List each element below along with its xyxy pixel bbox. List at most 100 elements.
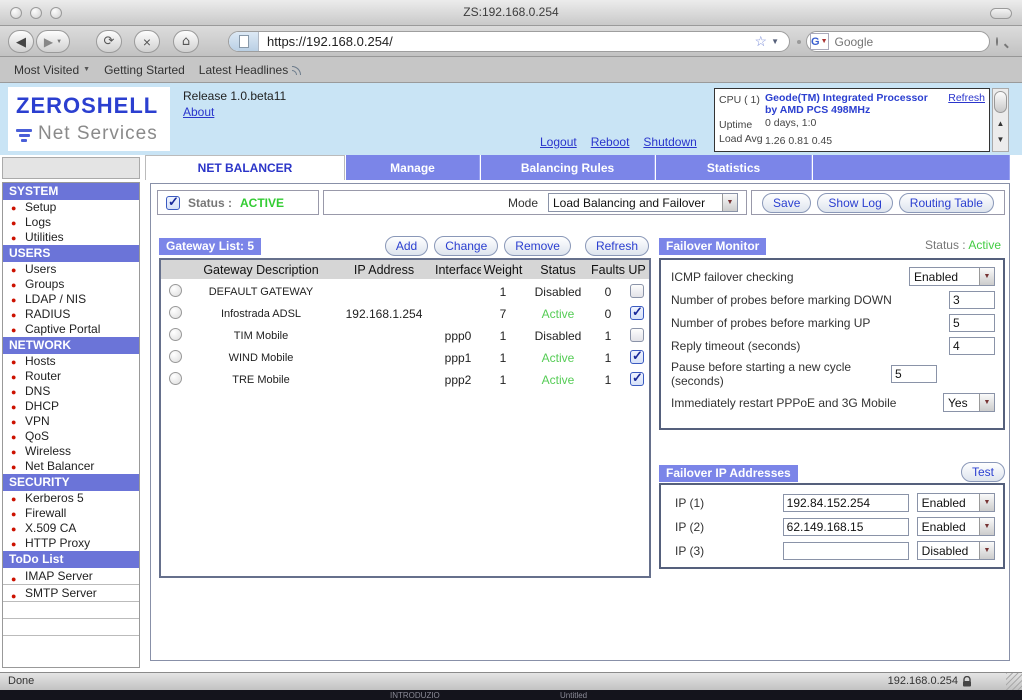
pause-cycle-input[interactable] [891, 365, 937, 383]
sidebar-item-dhcp[interactable]: DHCP [3, 399, 139, 414]
reload-button[interactable]: ⟳ [96, 30, 122, 53]
routing-table-button[interactable]: Routing Table [899, 193, 994, 213]
shutdown-link[interactable]: Shutdown [643, 135, 696, 149]
probes-down-input[interactable] [949, 291, 995, 309]
col-description: Gateway Description [189, 263, 333, 277]
bookmark-star-icon[interactable]: ☆ [755, 33, 768, 50]
cpu-refresh-link[interactable]: Refresh [948, 92, 985, 116]
sidebar-item-x509-ca[interactable]: X.509 CA [3, 521, 139, 536]
gateway-radio[interactable] [169, 284, 182, 297]
window-title: ZS:192.168.0.254 [0, 5, 1022, 19]
sidebar-item-router[interactable]: Router [3, 369, 139, 384]
back-button[interactable]: ◀ [8, 30, 34, 53]
scroll-down-icon[interactable]: ▼ [993, 135, 1008, 144]
probes-up-input[interactable] [949, 314, 995, 332]
scrollbar-thumb[interactable] [994, 91, 1007, 113]
gateway-up-checkbox[interactable] [630, 350, 644, 364]
table-row: DEFAULT GATEWAY 1 Disabled 0 [161, 281, 649, 303]
change-button[interactable]: Change [434, 236, 498, 256]
sidebar-item-kerberos5[interactable]: Kerberos 5 [3, 491, 139, 506]
sidebar-item-ldap-nis[interactable]: LDAP / NIS [3, 292, 139, 307]
sidebar-item-captive-portal[interactable]: Captive Portal [3, 322, 139, 337]
back-icon: ◀ [16, 34, 26, 50]
bookmark-most-visited[interactable]: Most Visited▼ [14, 63, 90, 77]
gateway-up-checkbox[interactable] [630, 328, 644, 342]
about-link[interactable]: About [183, 105, 214, 119]
balancer-enabled-checkbox[interactable] [166, 196, 180, 210]
sidebar-item-smtp-server[interactable]: SMTP Server [3, 585, 139, 602]
toolbar-toggle-button[interactable] [990, 8, 1012, 19]
gateway-radio[interactable] [169, 372, 182, 385]
ip2-input[interactable] [783, 518, 909, 536]
probes-up-label: Number of probes before marking UP [671, 316, 949, 330]
forward-button[interactable]: ▶▼ [36, 30, 70, 53]
search-icon[interactable] [996, 37, 998, 46]
sidebar-item-imap-server[interactable]: IMAP Server [3, 568, 139, 585]
select-value: Enabled [918, 496, 979, 510]
logo-text-zeroshell: ZEROSHELL [16, 93, 170, 119]
home-button[interactable]: ⌂ [173, 30, 199, 53]
sidebar-item-dns[interactable]: DNS [3, 384, 139, 399]
sidebar-item-http-proxy[interactable]: HTTP Proxy [3, 536, 139, 551]
sidebar-item-firewall[interactable]: Firewall [3, 506, 139, 521]
sidebar-item-users[interactable]: Users [3, 262, 139, 277]
ip2-state-select[interactable]: Enabled▼ [917, 517, 995, 536]
scroll-up-icon[interactable]: ▲ [993, 119, 1008, 128]
failover-monitor-header: Failover Monitor Status : Active [659, 237, 1005, 257]
stop-button[interactable]: × [134, 30, 160, 53]
remove-button[interactable]: Remove [504, 236, 571, 256]
mode-select[interactable]: Load Balancing and Failover ▼ [548, 193, 738, 212]
gateway-radio[interactable] [169, 350, 182, 363]
gateway-radio[interactable] [169, 328, 182, 341]
logout-link[interactable]: Logout [540, 135, 577, 149]
pause-cycle-label: Pause before starting a new cycle (secon… [671, 360, 891, 388]
ip1-input[interactable] [783, 494, 909, 512]
bookmark-getting-started[interactable]: Getting Started [104, 63, 185, 77]
gateway-description: TIM Mobile [189, 330, 333, 342]
sidebar-item-vpn[interactable]: VPN [3, 414, 139, 429]
sidebar-item-hosts[interactable]: Hosts [3, 354, 139, 369]
url-input[interactable] [259, 34, 755, 49]
tab-balancing-rules[interactable]: Balancing Rules [481, 155, 655, 180]
release-version: Release 1.0.beta11 [183, 89, 286, 103]
sidebar-item-utilities[interactable]: Utilities [3, 230, 139, 245]
refresh-button[interactable]: Refresh [585, 236, 649, 256]
tab-manage[interactable]: Manage [346, 155, 480, 180]
save-button[interactable]: Save [762, 193, 811, 213]
tab-net-balancer[interactable]: NET BALANCER [145, 155, 345, 180]
background-text-fragment: INTRODUZIO [390, 691, 440, 700]
gateway-status: Active [525, 351, 591, 365]
sidebar-item-setup[interactable]: Setup [3, 200, 139, 215]
ip3-input[interactable] [783, 542, 909, 560]
bookmark-latest-headlines[interactable]: Latest Headlines [199, 63, 303, 77]
gateway-up-checkbox[interactable] [630, 306, 644, 320]
ip1-state-select[interactable]: Enabled▼ [917, 493, 995, 512]
reboot-link[interactable]: Reboot [591, 135, 630, 149]
sidebar-item-radius[interactable]: RADIUS [3, 307, 139, 322]
gateway-status: Active [525, 373, 591, 387]
add-button[interactable]: Add [385, 236, 428, 256]
resize-grip[interactable] [1006, 673, 1022, 691]
search-engine-icon[interactable]: G▼ [810, 33, 829, 50]
gateway-up-checkbox[interactable] [630, 372, 644, 386]
test-button[interactable]: Test [961, 462, 1005, 482]
gateway-radio[interactable] [169, 306, 182, 319]
search-input[interactable] [829, 35, 996, 49]
failover-ips-box: IP (1) Enabled▼ IP (2) Enabled▼ IP (3) D… [659, 483, 1005, 569]
tab-statistics[interactable]: Statistics [656, 155, 812, 180]
ip3-state-select[interactable]: Disabled▼ [917, 541, 995, 560]
gateway-up-checkbox[interactable] [630, 284, 644, 298]
sidebar-item-groups[interactable]: Groups [3, 277, 139, 292]
sidebar-item-net-balancer[interactable]: Net Balancer [3, 459, 139, 474]
icmp-checking-select[interactable]: Enabled▼ [909, 267, 995, 286]
gateway-list-title: Gateway List: 5 [159, 238, 261, 255]
cpu-box-scrollbar[interactable]: ▲ ▼ [992, 88, 1009, 152]
restart-pppoe-select[interactable]: Yes▼ [943, 393, 995, 412]
sidebar-item-qos[interactable]: QoS [3, 429, 139, 444]
show-log-button[interactable]: Show Log [817, 193, 892, 213]
bookmark-label: Latest Headlines [199, 63, 288, 77]
sidebar-item-logs[interactable]: Logs [3, 215, 139, 230]
reply-timeout-input[interactable] [949, 337, 995, 355]
sidebar-item-wireless[interactable]: Wireless [3, 444, 139, 459]
url-dropdown-icon[interactable]: ▼ [771, 37, 779, 46]
